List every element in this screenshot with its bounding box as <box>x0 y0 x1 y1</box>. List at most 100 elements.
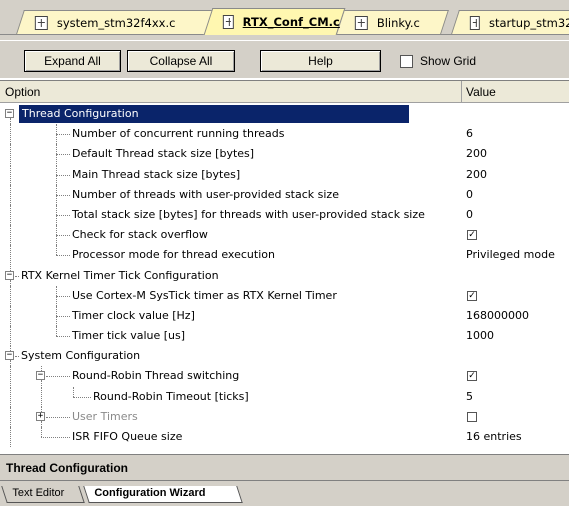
tree-line <box>56 214 70 216</box>
tab-startup-stm32f4[interactable]: startup_stm32f4 <box>451 10 569 34</box>
collapse-toggle-icon[interactable]: − <box>5 109 14 118</box>
help-button[interactable]: Help <box>260 50 381 72</box>
tree-line <box>46 376 70 378</box>
tree-item-value[interactable]: 6 <box>466 127 473 140</box>
value-column-header[interactable]: Value <box>466 85 496 99</box>
tree-line <box>15 275 19 277</box>
tree-line <box>56 255 70 257</box>
tree-item-user-stack-threads[interactable]: Number of threads with user-provided sta… <box>0 184 569 205</box>
tree-item-round-robin-timeout[interactable]: Round-Robin Timeout [ticks] 5 <box>0 386 569 407</box>
tab-system-stm32f4xx[interactable]: system_stm32f4xx.c <box>16 10 214 34</box>
tree-line <box>10 164 11 185</box>
tab-rtx-conf-cm[interactable]: RTX_Conf_CM.c <box>203 8 346 35</box>
tree-line <box>56 326 57 337</box>
tree-item-label: ISR FIFO Queue size <box>72 430 183 443</box>
tree-line <box>41 437 70 438</box>
c-file-icon <box>469 15 481 30</box>
collapse-all-button[interactable]: Collapse All <box>127 50 235 72</box>
tree-item-value[interactable]: 0 <box>466 188 473 201</box>
tree-group-system-configuration[interactable]: − System Configuration <box>0 346 569 367</box>
column-separator[interactable] <box>461 81 462 103</box>
tree-group-user-timers[interactable]: + User Timers <box>0 406 569 427</box>
tab-text-editor[interactable]: Text Editor <box>1 486 85 503</box>
tree-item-stack-overflow-check[interactable]: Check for stack overflow ✓ <box>0 225 569 246</box>
tree-item-value[interactable]: 200 <box>466 168 487 181</box>
tree-item-label: Number of threads with user-provided sta… <box>72 187 339 201</box>
tree-item-label: User Timers <box>72 409 138 423</box>
tree-item-isr-fifo-queue[interactable]: ISR FIFO Queue size 16 entries <box>0 427 569 447</box>
tree-line <box>10 326 11 347</box>
tree-item-main-stack-size[interactable]: Main Thread stack size [bytes] 200 <box>0 164 569 185</box>
collapse-toggle-icon[interactable]: − <box>5 351 14 361</box>
tree-line <box>56 194 70 196</box>
tree-item-label: System Configuration <box>21 349 141 363</box>
show-grid-checkbox[interactable] <box>400 54 413 68</box>
c-file-icon <box>34 15 48 30</box>
editor-view-tabs: Text Editor Configuration Wizard <box>0 480 569 506</box>
tree-item-value[interactable]: 16 entries <box>466 430 522 443</box>
collapse-toggle-icon[interactable]: − <box>36 371 45 381</box>
show-grid-toggle[interactable]: Show Grid <box>400 54 476 68</box>
tree-item-value[interactable]: Privileged mode <box>466 248 555 261</box>
collapse-toggle-icon[interactable]: − <box>5 270 14 280</box>
checked-checkbox-icon[interactable]: ✓ <box>467 290 477 301</box>
expand-all-button[interactable]: Expand All <box>24 50 121 72</box>
tree-item-concurrent-threads[interactable]: Number of concurrent running threads 6 <box>0 124 569 145</box>
tree-line <box>10 184 11 205</box>
tree-line <box>10 124 11 145</box>
tree-line <box>56 235 70 237</box>
tree-line <box>10 204 11 225</box>
grid-header: Option Value <box>0 81 569 103</box>
tree-item-default-stack-size[interactable]: Default Thread stack size [bytes] 200 <box>0 144 569 165</box>
tree-item-value[interactable]: 168000000 <box>466 309 529 322</box>
tree-item-value[interactable]: 1000 <box>466 329 494 342</box>
configuration-grid: Option Value − Thread Configuration Numb… <box>0 80 569 454</box>
tree-line <box>56 164 57 185</box>
tree-line <box>10 144 11 165</box>
tree-line <box>73 386 74 397</box>
tree-group-round-robin[interactable]: − Round-Robin Thread switching ✓ <box>0 366 569 387</box>
c-file-icon <box>354 15 368 30</box>
tree-item-value[interactable]: 200 <box>466 147 487 160</box>
tree-item-label: Total stack size [bytes] for threads wit… <box>72 207 425 221</box>
checked-checkbox-icon[interactable]: ✓ <box>467 371 477 382</box>
tree-item-total-stack-size[interactable]: Total stack size [bytes] for threads wit… <box>0 204 569 225</box>
tree-line <box>41 386 42 407</box>
tree-item-use-systick[interactable]: Use Cortex-M SysTick timer as RTX Kernel… <box>0 285 569 306</box>
tree-item-label: Processor mode for thread execution <box>72 248 275 262</box>
tree-line <box>56 245 57 256</box>
tree-line <box>41 427 42 437</box>
tree-group-thread-configuration[interactable]: − Thread Configuration <box>0 104 569 124</box>
checked-checkbox-icon[interactable]: ✓ <box>467 230 477 241</box>
tree-line <box>56 144 57 165</box>
tree-item-timer-tick[interactable]: Timer tick value [us] 1000 <box>0 326 569 347</box>
tree-group-kernel-timer-tick[interactable]: − RTX Kernel Timer Tick Configuration <box>0 265 569 286</box>
tree-item-processor-mode[interactable]: Processor mode for thread execution Priv… <box>0 245 569 266</box>
tree-item-value[interactable]: 0 <box>466 208 473 221</box>
tree-item-timer-clock[interactable]: Timer clock value [Hz] 168000000 <box>0 305 569 326</box>
tree-line <box>56 154 70 156</box>
tree-item-label: Round-Robin Timeout [ticks] <box>93 389 249 403</box>
tree-item-label: Default Thread stack size [bytes] <box>72 147 255 161</box>
unchecked-checkbox-icon[interactable] <box>467 411 477 422</box>
file-tab-bar: system_stm32f4xx.c Blinky.c startup_stm3… <box>0 0 569 40</box>
tab-configuration-wizard[interactable]: Configuration Wizard <box>83 486 243 503</box>
tree-line <box>10 366 11 387</box>
tree-line <box>10 285 11 306</box>
tree-item-label: Number of concurrent running threads <box>72 127 285 141</box>
tree-item-value[interactable]: 5 <box>466 390 473 403</box>
tree-line <box>10 245 11 266</box>
tree-line <box>56 315 70 317</box>
option-column-header[interactable]: Option <box>5 85 40 99</box>
tab-label: RTX_Conf_CM.c <box>242 15 340 29</box>
tree-item-label: RTX Kernel Timer Tick Configuration <box>21 268 219 282</box>
tree-line <box>10 225 11 246</box>
description-panel: Thread Configuration <box>0 454 569 480</box>
tree-item-label: Main Thread stack size [bytes] <box>72 167 241 181</box>
tab-label: Blinky.c <box>376 15 420 30</box>
c-file-icon <box>222 15 234 29</box>
tree-line <box>15 356 19 358</box>
tree-item-label: Round-Robin Thread switching <box>72 369 240 383</box>
tab-blinky[interactable]: Blinky.c <box>336 10 449 34</box>
expand-toggle-icon[interactable]: + <box>36 411 45 421</box>
